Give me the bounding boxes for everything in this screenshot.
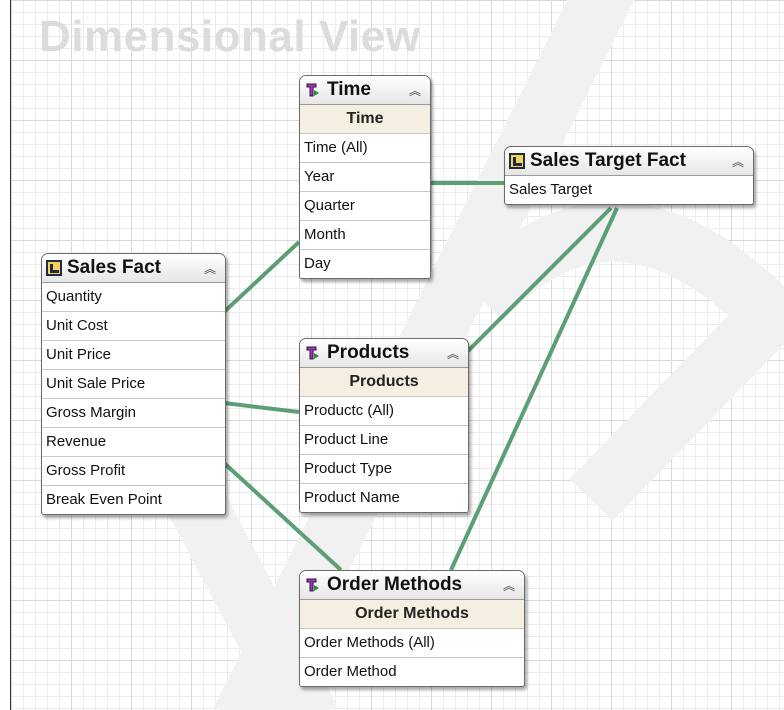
sales-target-fact-box[interactable]: Sales Target Fact ︽ Sales Target [504, 146, 754, 205]
dimension-icon [304, 576, 322, 594]
collapse-icon[interactable]: ︽ [201, 260, 219, 277]
time-title: Time [327, 79, 372, 100]
table-row[interactable]: Unit Cost [42, 312, 225, 341]
table-row[interactable]: Product Type [300, 455, 468, 484]
products-subheader: Products [300, 368, 468, 397]
fact-icon [46, 260, 62, 276]
dimension-icon [304, 81, 322, 99]
collapse-icon[interactable]: ︽ [500, 577, 518, 594]
table-row[interactable]: Quantity [42, 283, 225, 312]
relationship-link[interactable] [449, 207, 619, 571]
table-row[interactable]: Month [300, 221, 430, 250]
relationship-link[interactable] [465, 206, 613, 354]
products-header[interactable]: Products ︽ [300, 339, 468, 368]
table-row[interactable]: Gross Profit [42, 457, 225, 486]
sales-fact-title: Sales Fact [67, 257, 161, 278]
table-row[interactable]: Order Method [300, 658, 524, 686]
table-row[interactable]: Day [300, 250, 430, 278]
table-row[interactable]: Order Methods (All) [300, 629, 524, 658]
order-methods-dimension-box[interactable]: Order Methods ︽ Order Methods Order Meth… [299, 570, 525, 687]
table-row[interactable]: Product Name [300, 484, 468, 512]
order-methods-subheader: Order Methods [300, 600, 524, 629]
relationship-link[interactable] [223, 401, 300, 414]
table-row[interactable]: Unit Price [42, 341, 225, 370]
table-row[interactable]: Productc (All) [300, 397, 468, 426]
table-row[interactable]: Gross Margin [42, 399, 225, 428]
table-row[interactable]: Quarter [300, 192, 430, 221]
order-methods-header[interactable]: Order Methods ︽ [300, 571, 524, 600]
time-dimension-box[interactable]: Time ︽ Time Time (All) Year Quarter Mont… [299, 75, 431, 279]
time-subheader: Time [300, 105, 430, 134]
collapse-icon[interactable]: ︽ [406, 82, 424, 99]
table-row[interactable]: Revenue [42, 428, 225, 457]
table-row[interactable]: Unit Sale Price [42, 370, 225, 399]
sales-fact-header[interactable]: Sales Fact ︽ [42, 254, 225, 283]
time-header[interactable]: Time ︽ [300, 76, 430, 105]
fact-icon [509, 153, 525, 169]
table-row[interactable]: Sales Target [505, 176, 753, 204]
table-row[interactable]: Product Line [300, 426, 468, 455]
relationship-link[interactable] [222, 240, 301, 314]
table-row[interactable]: Time (All) [300, 134, 430, 163]
sales-fact-box[interactable]: Sales Fact ︽ Quantity Unit Cost Unit Pri… [41, 253, 226, 515]
products-dimension-box[interactable]: Products ︽ Products Productc (All) Produ… [299, 338, 469, 513]
table-row[interactable]: Year [300, 163, 430, 192]
sales-target-fact-header[interactable]: Sales Target Fact ︽ [505, 147, 753, 176]
order-methods-title: Order Methods [327, 574, 463, 595]
dimension-icon [304, 344, 322, 362]
collapse-icon[interactable]: ︽ [729, 153, 747, 170]
diagram-canvas[interactable]: Dimensional View Time ︽ Time Time (All) … [10, 0, 784, 710]
products-title: Products [327, 342, 410, 363]
sales-target-fact-title: Sales Target Fact [530, 150, 686, 171]
table-row[interactable]: Break Even Point [42, 486, 225, 514]
collapse-icon[interactable]: ︽ [444, 345, 462, 362]
